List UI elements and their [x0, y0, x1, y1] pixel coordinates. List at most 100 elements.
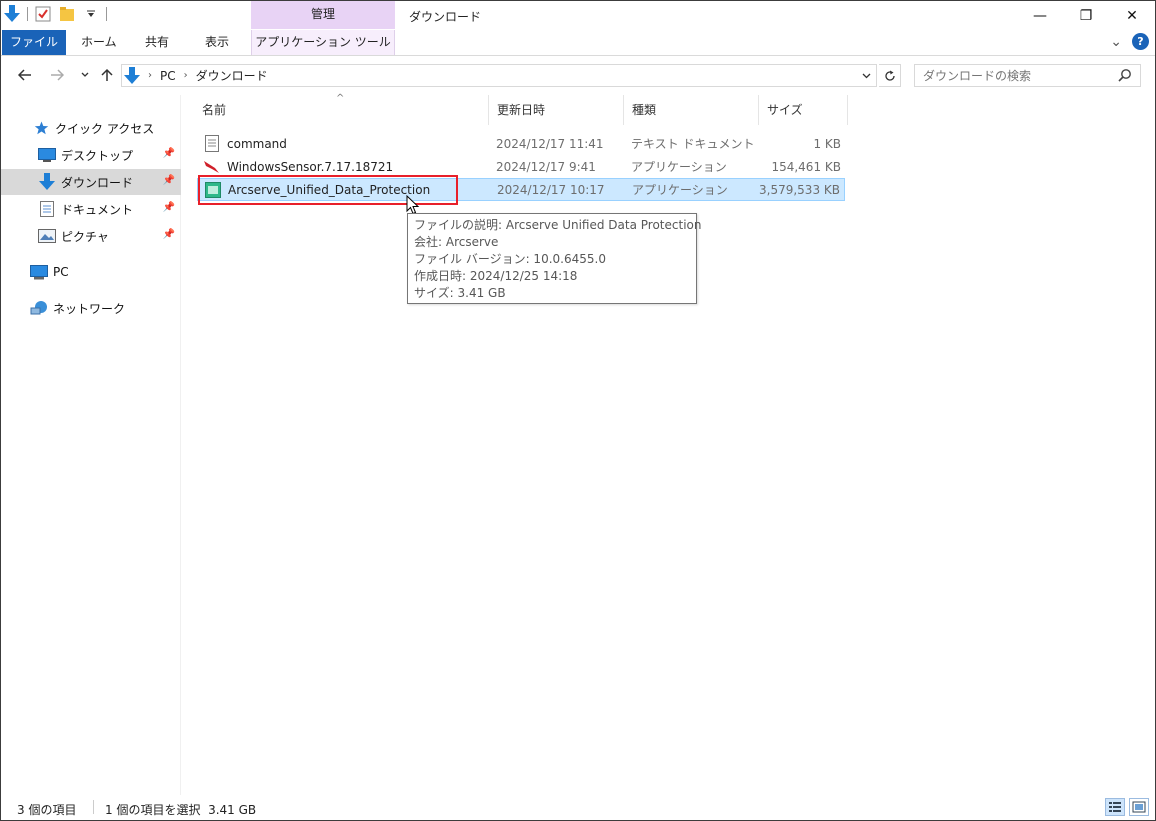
- title-bar: 管理 ダウンロード — ❐ ✕: [1, 1, 1155, 30]
- nav-item-label: ダウンロード: [61, 175, 134, 190]
- item-count: 3 個の項目: [17, 803, 77, 817]
- navigation-pane: クイック アクセス デスクトップ 📌 ダウンロード 📌 ドキュメント 📌 ピクチ…: [1, 95, 181, 795]
- recent-locations-button[interactable]: [75, 65, 95, 85]
- pc-icon: [29, 263, 49, 281]
- arcserve-app-icon: [204, 181, 221, 198]
- document-icon: [37, 200, 57, 218]
- file-type: アプリケーション: [631, 160, 727, 174]
- nav-item-label: ネットワーク: [53, 301, 126, 316]
- quick-access-toolbar: [3, 5, 107, 23]
- properties-icon[interactable]: [34, 5, 52, 23]
- network-icon: [29, 299, 49, 317]
- nav-item-label: ピクチャ: [61, 229, 109, 244]
- download-folder-icon: [3, 5, 21, 23]
- file-type: アプリケーション: [632, 183, 728, 197]
- picture-icon: [37, 227, 57, 245]
- tab-share[interactable]: 共有: [133, 30, 181, 55]
- context-tab-group-label: 管理: [251, 1, 395, 29]
- star-icon: [31, 119, 51, 137]
- nav-item-label: クイック アクセス: [55, 121, 155, 136]
- file-name: Arcserve_Unified_Data_Protection: [228, 182, 431, 197]
- back-button[interactable]: [15, 65, 35, 85]
- nav-item-desktop[interactable]: デスクトップ 📌: [1, 142, 181, 168]
- column-header-date[interactable]: 更新日時: [489, 95, 624, 125]
- toolbar-divider: [106, 7, 107, 21]
- download-location-icon: [124, 66, 140, 85]
- download-icon: [37, 173, 57, 191]
- navigation-row: › PC › ダウンロード: [1, 57, 1155, 95]
- file-list: ^ 名前 更新日時 種類 サイズ command 2024/12/17 11:4…: [182, 93, 1155, 795]
- nav-item-quick-access[interactable]: クイック アクセス: [1, 115, 181, 141]
- tooltip-version: ファイル バージョン: 10.0.6455.0: [414, 252, 606, 266]
- window-controls: — ❐ ✕: [1017, 1, 1155, 30]
- breadcrumb-separator[interactable]: ›: [148, 70, 152, 81]
- view-toggle: [1105, 798, 1149, 816]
- file-date: 2024/12/17 10:17: [497, 182, 605, 197]
- expand-ribbon-icon[interactable]: ⌄: [1110, 34, 1122, 50]
- column-header-type[interactable]: 種類: [624, 95, 759, 125]
- toolbar-divider: [27, 7, 28, 21]
- tab-application-tools[interactable]: アプリケーション ツール: [251, 30, 395, 55]
- tooltip-created: 作成日時: 2024/12/25 14:18: [414, 269, 578, 283]
- minimize-button[interactable]: —: [1017, 1, 1063, 30]
- file-date: 2024/12/17 11:41: [496, 136, 604, 151]
- desktop-icon: [37, 146, 57, 164]
- nav-item-label: PC: [53, 265, 69, 279]
- search-input[interactable]: [915, 65, 1105, 86]
- file-row[interactable]: WindowsSensor.7.17.18721 2024/12/17 9:41…: [197, 155, 845, 178]
- ribbon-tabs: ファイル ホーム 共有 表示 アプリケーション ツール ⌄ ?: [1, 30, 1155, 56]
- refresh-button[interactable]: [879, 64, 901, 87]
- forward-button[interactable]: [47, 65, 67, 85]
- tooltip-size: サイズ: 3.41 GB: [414, 286, 506, 300]
- breadcrumb-pc[interactable]: PC: [160, 69, 176, 83]
- new-folder-icon[interactable]: [58, 5, 76, 23]
- address-bar[interactable]: › PC › ダウンロード: [121, 64, 877, 87]
- selection-info: 1 個の項目を選択 3.41 GB: [105, 803, 257, 817]
- text-file-icon: [203, 135, 220, 152]
- mouse-cursor-icon: [406, 195, 420, 215]
- customize-toolbar-icon[interactable]: [82, 5, 100, 23]
- nav-item-label: ドキュメント: [61, 202, 134, 217]
- help-button[interactable]: ?: [1132, 33, 1149, 50]
- file-size: 3,579,533 KB: [759, 182, 840, 197]
- search-box[interactable]: [914, 64, 1141, 87]
- file-row[interactable]: command 2024/12/17 11:41 テキスト ドキュメント 1 K…: [197, 132, 845, 155]
- column-header-name[interactable]: 名前: [194, 95, 489, 125]
- file-row-selected[interactable]: Arcserve_Unified_Data_Protection 2024/12…: [197, 178, 845, 201]
- status-divider: [93, 800, 94, 814]
- pin-icon[interactable]: 📌: [163, 175, 175, 186]
- tab-home[interactable]: ホーム: [69, 30, 129, 55]
- pin-icon[interactable]: 📌: [163, 202, 175, 213]
- file-type: テキスト ドキュメント: [631, 137, 755, 151]
- status-bar: 3 個の項目 1 個の項目を選択 3.41 GB: [1, 795, 1155, 820]
- close-button[interactable]: ✕: [1109, 1, 1155, 30]
- falcon-app-icon: [203, 158, 220, 175]
- large-icons-view-button[interactable]: [1129, 798, 1149, 816]
- details-view-button[interactable]: [1105, 798, 1125, 816]
- nav-item-pc[interactable]: PC: [1, 259, 181, 285]
- window-title: ダウンロード: [409, 10, 482, 24]
- tab-file[interactable]: ファイル: [2, 30, 66, 55]
- nav-item-label: デスクトップ: [61, 148, 134, 163]
- search-icon[interactable]: [1118, 68, 1134, 84]
- ribbon-right-controls: ⌄ ?: [1110, 33, 1149, 50]
- breadcrumb-separator[interactable]: ›: [184, 70, 188, 81]
- breadcrumb-downloads[interactable]: ダウンロード: [196, 67, 268, 84]
- file-name: command: [227, 136, 287, 151]
- file-tooltip: ファイルの説明: Arcserve Unified Data Protectio…: [407, 213, 702, 304]
- explorer-window: 管理 ダウンロード — ❐ ✕ ファイル ホーム 共有 表示 アプリケーション …: [0, 0, 1156, 821]
- tooltip-company: 会社: Arcserve: [414, 235, 499, 249]
- file-size: 154,461 KB: [771, 159, 841, 174]
- column-header-size[interactable]: サイズ: [759, 95, 848, 125]
- nav-item-network[interactable]: ネットワーク: [1, 295, 181, 321]
- address-history-dropdown[interactable]: [856, 65, 876, 86]
- nav-item-documents[interactable]: ドキュメント 📌: [1, 196, 181, 222]
- tooltip-description: ファイルの説明: Arcserve Unified Data Protectio…: [414, 218, 702, 232]
- pin-icon[interactable]: 📌: [163, 148, 175, 159]
- nav-item-pictures[interactable]: ピクチャ 📌: [1, 223, 181, 249]
- tab-view[interactable]: 表示: [193, 30, 241, 55]
- up-button[interactable]: [97, 65, 117, 85]
- nav-item-downloads[interactable]: ダウンロード 📌: [1, 169, 181, 195]
- pin-icon[interactable]: 📌: [163, 229, 175, 240]
- maximize-button[interactable]: ❐: [1063, 1, 1109, 30]
